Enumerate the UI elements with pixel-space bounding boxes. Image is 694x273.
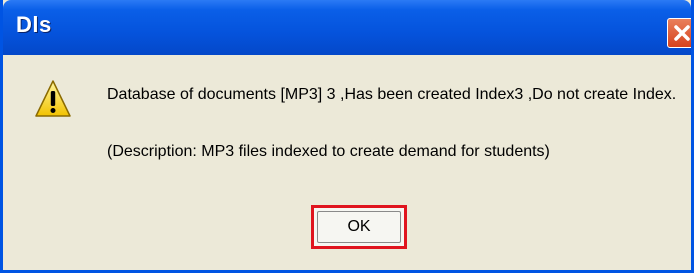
ok-button-label: OK <box>347 218 371 235</box>
window-title: Dls <box>16 12 52 37</box>
title-bar[interactable]: Dls <box>3 0 691 55</box>
description-text: (Description: MP3 files indexed to creat… <box>107 143 550 160</box>
close-button[interactable] <box>667 18 691 48</box>
dialog-body: Database of documents [MP3] 3 ,Has been … <box>3 55 691 270</box>
warning-icon <box>35 80 71 117</box>
message-dialog: Dls Database of documents [MP3] 3 ,Has b… <box>0 0 694 273</box>
message-text: Database of documents [MP3] 3 ,Has been … <box>107 86 677 103</box>
close-icon <box>674 25 690 41</box>
ok-button[interactable]: OK <box>311 205 407 249</box>
